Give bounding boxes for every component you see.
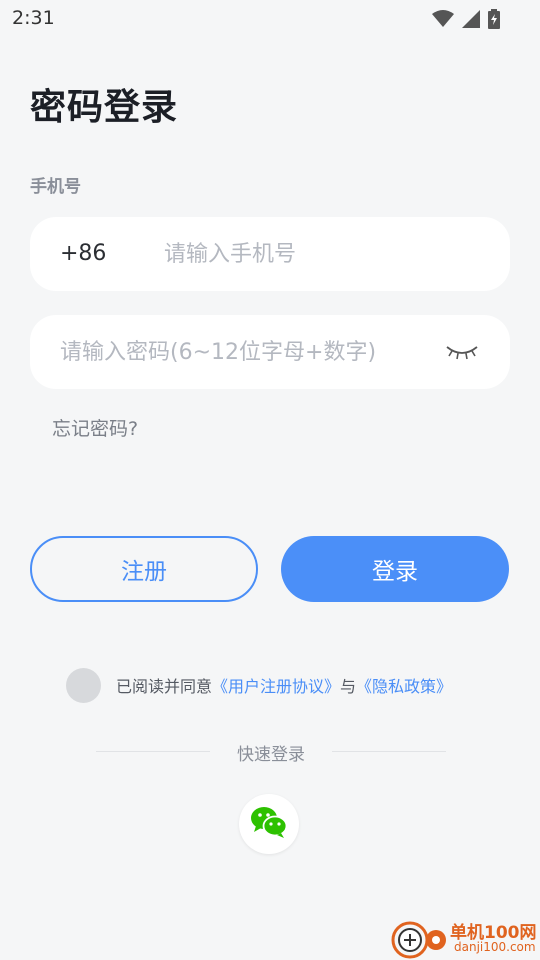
wechat-login-button[interactable] [239, 794, 299, 854]
divider-right [332, 751, 446, 752]
watermark-logo-icon [390, 918, 448, 960]
register-button[interactable]: 注册 [30, 536, 258, 602]
user-agreement-link[interactable]: 《用户注册协议》 [212, 673, 340, 697]
watermark: 单机100网 danji100.com [390, 916, 540, 960]
password-input[interactable] [60, 335, 440, 369]
wechat-icon [250, 805, 288, 843]
watermark-domain: danji100.com [454, 940, 536, 954]
quick-login-divider: 快速登录 [96, 740, 446, 765]
phone-input[interactable] [164, 237, 484, 271]
wifi-icon [432, 10, 454, 32]
phone-field: +86 [30, 217, 510, 291]
country-code[interactable]: +86 [60, 241, 106, 266]
agreement-row: 已阅读并同意 《用户注册协议》 与 《隐私政策》 [66, 667, 452, 703]
password-field [30, 315, 510, 389]
forgot-password-link[interactable]: 忘记密码? [52, 414, 138, 441]
agreement-conjunction: 与 [340, 677, 357, 696]
battery-charging-icon [488, 9, 500, 33]
agreement-checkbox[interactable] [66, 667, 101, 703]
status-time: 2:31 [12, 7, 55, 29]
agreement-prefix: 已阅读并同意 [116, 677, 213, 696]
eye-closed-icon[interactable] [444, 341, 480, 363]
page-title: 密码登录 [30, 87, 179, 128]
quick-login-label: 快速登录 [237, 745, 305, 765]
status-bar: 2:31 [0, 0, 540, 36]
privacy-policy-link[interactable]: 《隐私政策》 [356, 673, 452, 697]
status-icons [432, 9, 500, 33]
login-button[interactable]: 登录 [281, 536, 509, 602]
signal-icon [462, 10, 480, 32]
phone-label: 手机号 [30, 177, 81, 197]
